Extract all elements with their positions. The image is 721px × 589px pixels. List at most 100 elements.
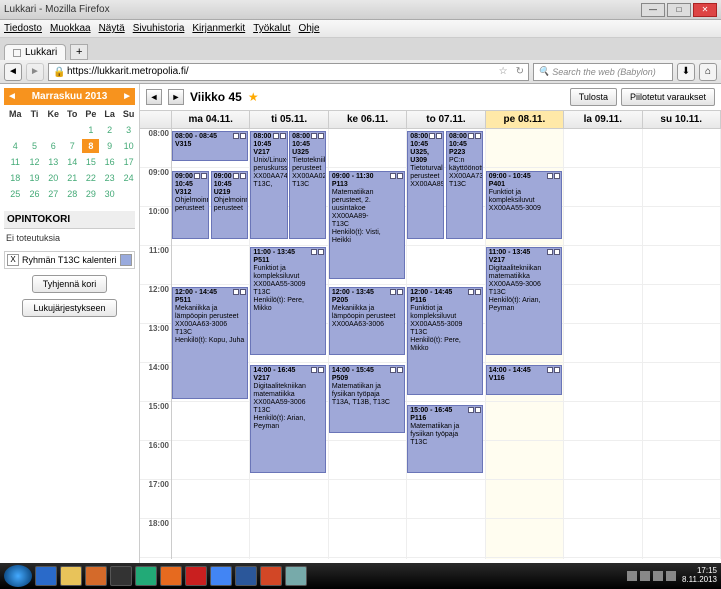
event-info-icon[interactable] (475, 289, 481, 295)
mini-cal-day[interactable]: 22 (82, 171, 99, 185)
event-info-icon[interactable] (201, 173, 207, 179)
day-header[interactable]: pe 08.11. (486, 111, 564, 128)
mini-cal-day[interactable]: 1 (82, 123, 99, 137)
mini-cal-day[interactable]: 4 (6, 139, 25, 153)
event-detail-icon[interactable] (547, 367, 553, 373)
event-info-icon[interactable] (554, 173, 560, 179)
taskbar-chrome-icon[interactable] (210, 566, 232, 586)
event-detail-icon[interactable] (429, 133, 435, 139)
event-detail-icon[interactable] (311, 249, 317, 255)
calendar-event[interactable]: 15:00 - 16:45P116Matematiikan ja fysiika… (407, 405, 483, 473)
mini-cal-day[interactable]: 13 (45, 155, 63, 169)
kori-remove-button[interactable]: X (7, 254, 19, 266)
event-detail-icon[interactable] (233, 133, 239, 139)
download-button[interactable]: ⬇ (677, 63, 695, 81)
event-info-icon[interactable] (280, 133, 286, 139)
menu-edit[interactable]: Muokkaa (50, 23, 91, 34)
mini-cal-day[interactable]: 25 (6, 187, 25, 201)
mini-cal-day[interactable]: 7 (64, 139, 80, 153)
mini-cal-day[interactable]: 26 (27, 187, 43, 201)
kori-calendar-icon[interactable] (120, 254, 132, 266)
new-tab-button[interactable]: + (70, 44, 88, 60)
mini-cal-day[interactable]: 12 (27, 155, 43, 169)
prev-month-button[interactable]: ◄ (7, 91, 17, 102)
mini-cal-day[interactable]: 30 (101, 187, 118, 201)
window-maximize-button[interactable]: □ (667, 3, 691, 17)
event-detail-icon[interactable] (194, 173, 200, 179)
menu-view[interactable]: Näytä (99, 23, 125, 34)
event-detail-icon[interactable] (311, 367, 317, 373)
calendar-event[interactable]: 12:00 - 14:45P511Mekaniikka ja lämpöopin… (172, 287, 248, 399)
calendar-event[interactable]: 14:00 - 14:45V116 (486, 365, 562, 395)
taskbar-app3-icon[interactable] (135, 566, 157, 586)
event-info-icon[interactable] (397, 173, 403, 179)
next-week-button[interactable]: ► (168, 89, 184, 105)
event-info-icon[interactable] (475, 133, 481, 139)
menu-history[interactable]: Sivuhistoria (133, 23, 185, 34)
menu-bookmarks[interactable]: Kirjanmerkit (192, 23, 245, 34)
prev-week-button[interactable]: ◄ (146, 89, 162, 105)
taskbar-paint-icon[interactable] (285, 566, 307, 586)
kori-item[interactable]: X Ryhmän T13C kalenteri (4, 251, 135, 269)
hidden-bookings-button[interactable]: Piilotetut varaukset (621, 88, 715, 106)
menu-tools[interactable]: Työkalut (253, 23, 290, 34)
event-detail-icon[interactable] (468, 133, 474, 139)
mini-cal-day[interactable]: 8 (82, 139, 99, 153)
menu-file[interactable]: Tiedosto (4, 23, 42, 34)
tray-icon[interactable] (640, 571, 650, 581)
calendar-event[interactable]: 11:00 - 13:45V217Digitaalitekniikan mate… (486, 247, 562, 355)
day-header[interactable]: ti 05.11. (250, 111, 328, 128)
mini-cal-day[interactable]: 6 (45, 139, 63, 153)
event-info-icon[interactable] (240, 173, 246, 179)
taskbar-powerpoint-icon[interactable] (260, 566, 282, 586)
taskbar-app-icon[interactable] (85, 566, 107, 586)
mini-cal-day[interactable]: 5 (27, 139, 43, 153)
event-detail-icon[interactable] (547, 249, 553, 255)
calendar-event[interactable]: 12:00 - 14:45P116Funktiot ja kompleksilu… (407, 287, 483, 395)
start-button[interactable] (4, 565, 32, 587)
mini-cal-day[interactable]: 9 (101, 139, 118, 153)
day-header[interactable]: ke 06.11. (329, 111, 407, 128)
taskbar-app2-icon[interactable] (110, 566, 132, 586)
event-info-icon[interactable] (554, 367, 560, 373)
calendar-event[interactable]: 11:00 - 13:45P511Funktiot ja kompleksilu… (250, 247, 326, 355)
star-icon[interactable]: ★ (248, 90, 259, 104)
mini-cal-day[interactable]: 10 (120, 139, 138, 153)
print-button[interactable]: Tulosta (570, 88, 617, 106)
mini-cal-day[interactable]: 3 (120, 123, 138, 137)
calendar-event[interactable]: 09:00 - 11:30P113Matematiikan perusteet,… (329, 171, 405, 279)
mini-cal-day[interactable]: 19 (27, 171, 43, 185)
day-header[interactable]: su 10.11. (643, 111, 721, 128)
day-header[interactable]: la 09.11. (564, 111, 642, 128)
event-info-icon[interactable] (240, 289, 246, 295)
event-detail-icon[interactable] (273, 133, 279, 139)
taskbar-opera-icon[interactable] (185, 566, 207, 586)
mini-cal-day[interactable]: 21 (64, 171, 80, 185)
reload-button[interactable]: ↻ (516, 66, 524, 77)
mini-cal-day[interactable]: 2 (101, 123, 118, 137)
event-info-icon[interactable] (318, 367, 324, 373)
mini-cal-day[interactable]: 24 (120, 171, 138, 185)
mini-cal-day[interactable]: 11 (6, 155, 25, 169)
event-info-icon[interactable] (397, 367, 403, 373)
calendar-event[interactable]: 14:00 - 16:45V217Digitaalitekniikan mate… (250, 365, 326, 473)
search-bar[interactable]: 🔍 Search the web (Babylon) (533, 63, 673, 81)
url-bar[interactable]: 🔒 https://lukkarit.metropolia.fi/ ☆ ↻ (48, 63, 529, 81)
tray-volume-icon[interactable] (666, 571, 676, 581)
event-info-icon[interactable] (240, 133, 246, 139)
event-detail-icon[interactable] (233, 173, 239, 179)
calendar-event[interactable]: 08:00 - 10:45U325Tietotekniikan perustee… (289, 131, 326, 239)
reader-icon[interactable]: ☆ (499, 66, 508, 77)
day-header[interactable]: ma 04.11. (172, 111, 250, 128)
taskbar-word-icon[interactable] (235, 566, 257, 586)
event-info-icon[interactable] (318, 249, 324, 255)
event-info-icon[interactable] (397, 289, 403, 295)
browser-tab[interactable]: Lukkari (4, 44, 66, 60)
tray-icon[interactable] (627, 571, 637, 581)
taskbar-clock[interactable]: 17:15 8.11.2013 (682, 567, 717, 585)
mini-cal-day[interactable]: 28 (64, 187, 80, 201)
next-month-button[interactable]: ► (122, 91, 132, 102)
window-close-button[interactable]: ✕ (693, 3, 717, 17)
forward-button[interactable]: ► (26, 63, 44, 81)
event-detail-icon[interactable] (390, 289, 396, 295)
